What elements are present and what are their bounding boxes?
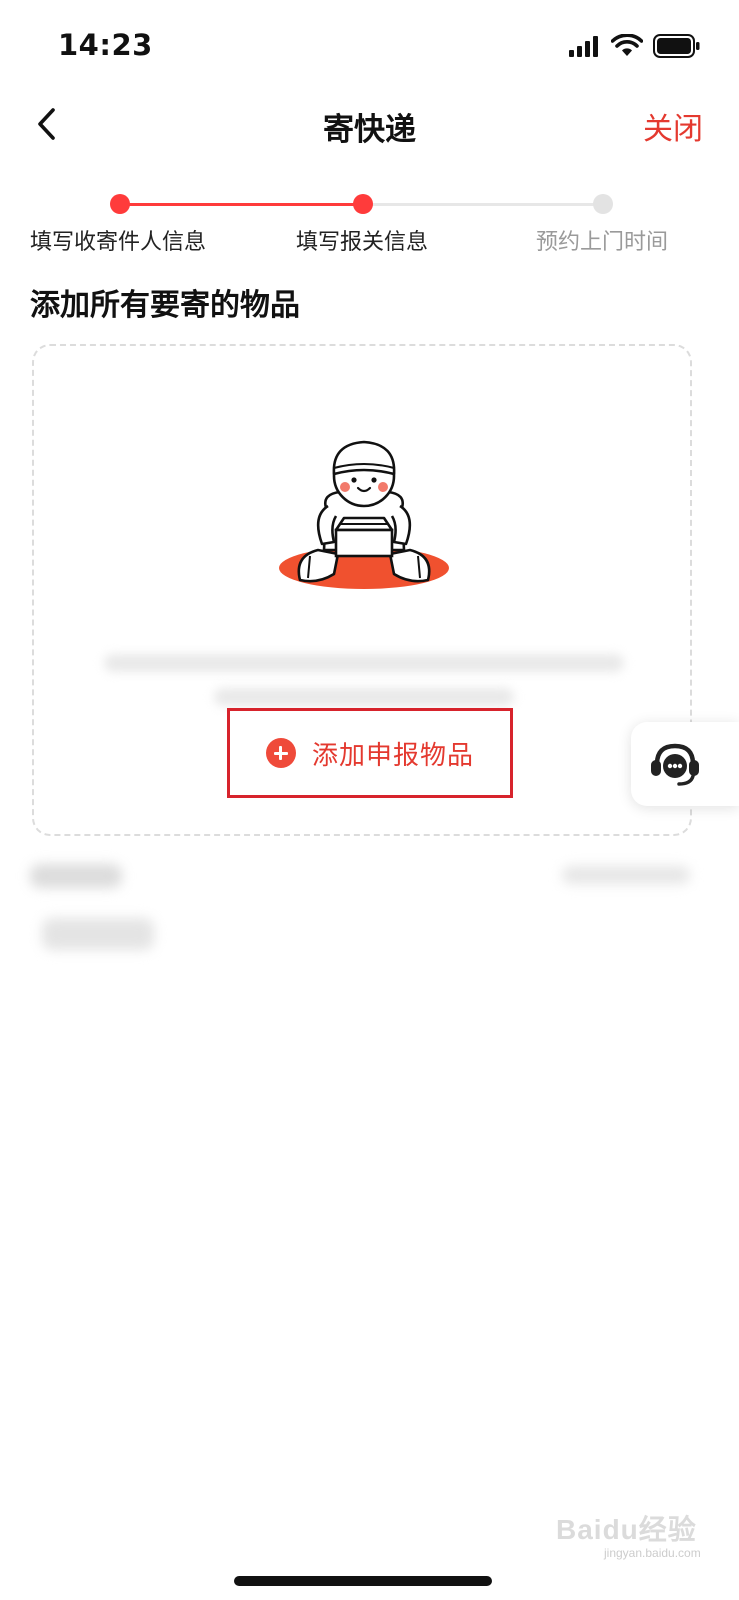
blurred-hint-line-1 xyxy=(104,654,624,672)
express-send-screen: 14:23 寄快递 关闭 填写收寄件人信息 填写报关信息 预约上门时间 添加所有… xyxy=(0,0,739,1600)
baidu-jingyan-watermark: Baidu经验 xyxy=(556,1514,697,1545)
plus-circle-icon xyxy=(265,738,296,768)
close-button[interactable]: 关闭 xyxy=(643,104,703,148)
courier-holding-box-illustration xyxy=(279,440,449,589)
add-declared-item-button[interactable]: 添加申报物品 xyxy=(227,708,513,798)
step-dot-3 xyxy=(593,194,613,214)
status-bar: 14:23 xyxy=(0,0,739,92)
blurred-chip xyxy=(42,918,154,950)
step-dot-1 xyxy=(110,194,130,214)
add-declared-item-label: 添加申报物品 xyxy=(311,740,474,771)
step-label-1: 填写收寄件人信息 xyxy=(30,230,207,255)
battery-icon xyxy=(653,34,700,58)
nav-bar: 寄快递 关闭 xyxy=(0,92,739,156)
customer-service-button[interactable] xyxy=(631,722,739,806)
progress-stepper: 填写收寄件人信息 填写报关信息 预约上门时间 xyxy=(0,188,739,258)
customer-service-headset-icon xyxy=(651,743,699,786)
status-icons xyxy=(569,32,701,60)
declared-items-card: 添加申报物品 xyxy=(32,344,692,836)
step-label-3: 预约上门时间 xyxy=(536,230,669,255)
signal-icon xyxy=(569,36,598,57)
section-title: 添加所有要寄的物品 xyxy=(30,288,300,323)
step-label-2: 填写报关信息 xyxy=(296,230,429,255)
step-connector-2 xyxy=(363,203,603,206)
step-dot-2 xyxy=(353,194,373,214)
blurred-row-value xyxy=(562,866,690,884)
step-connector-1 xyxy=(120,203,363,206)
page-title: 寄快递 xyxy=(323,112,416,148)
blurred-hint-line-2 xyxy=(214,688,514,706)
blurred-row-label xyxy=(30,864,122,888)
status-time: 14:23 xyxy=(58,28,153,62)
baidu-jingyan-watermark-url: jingyan.baidu.com xyxy=(604,1546,701,1560)
wifi-icon xyxy=(611,34,643,56)
home-indicator[interactable] xyxy=(234,1576,492,1586)
